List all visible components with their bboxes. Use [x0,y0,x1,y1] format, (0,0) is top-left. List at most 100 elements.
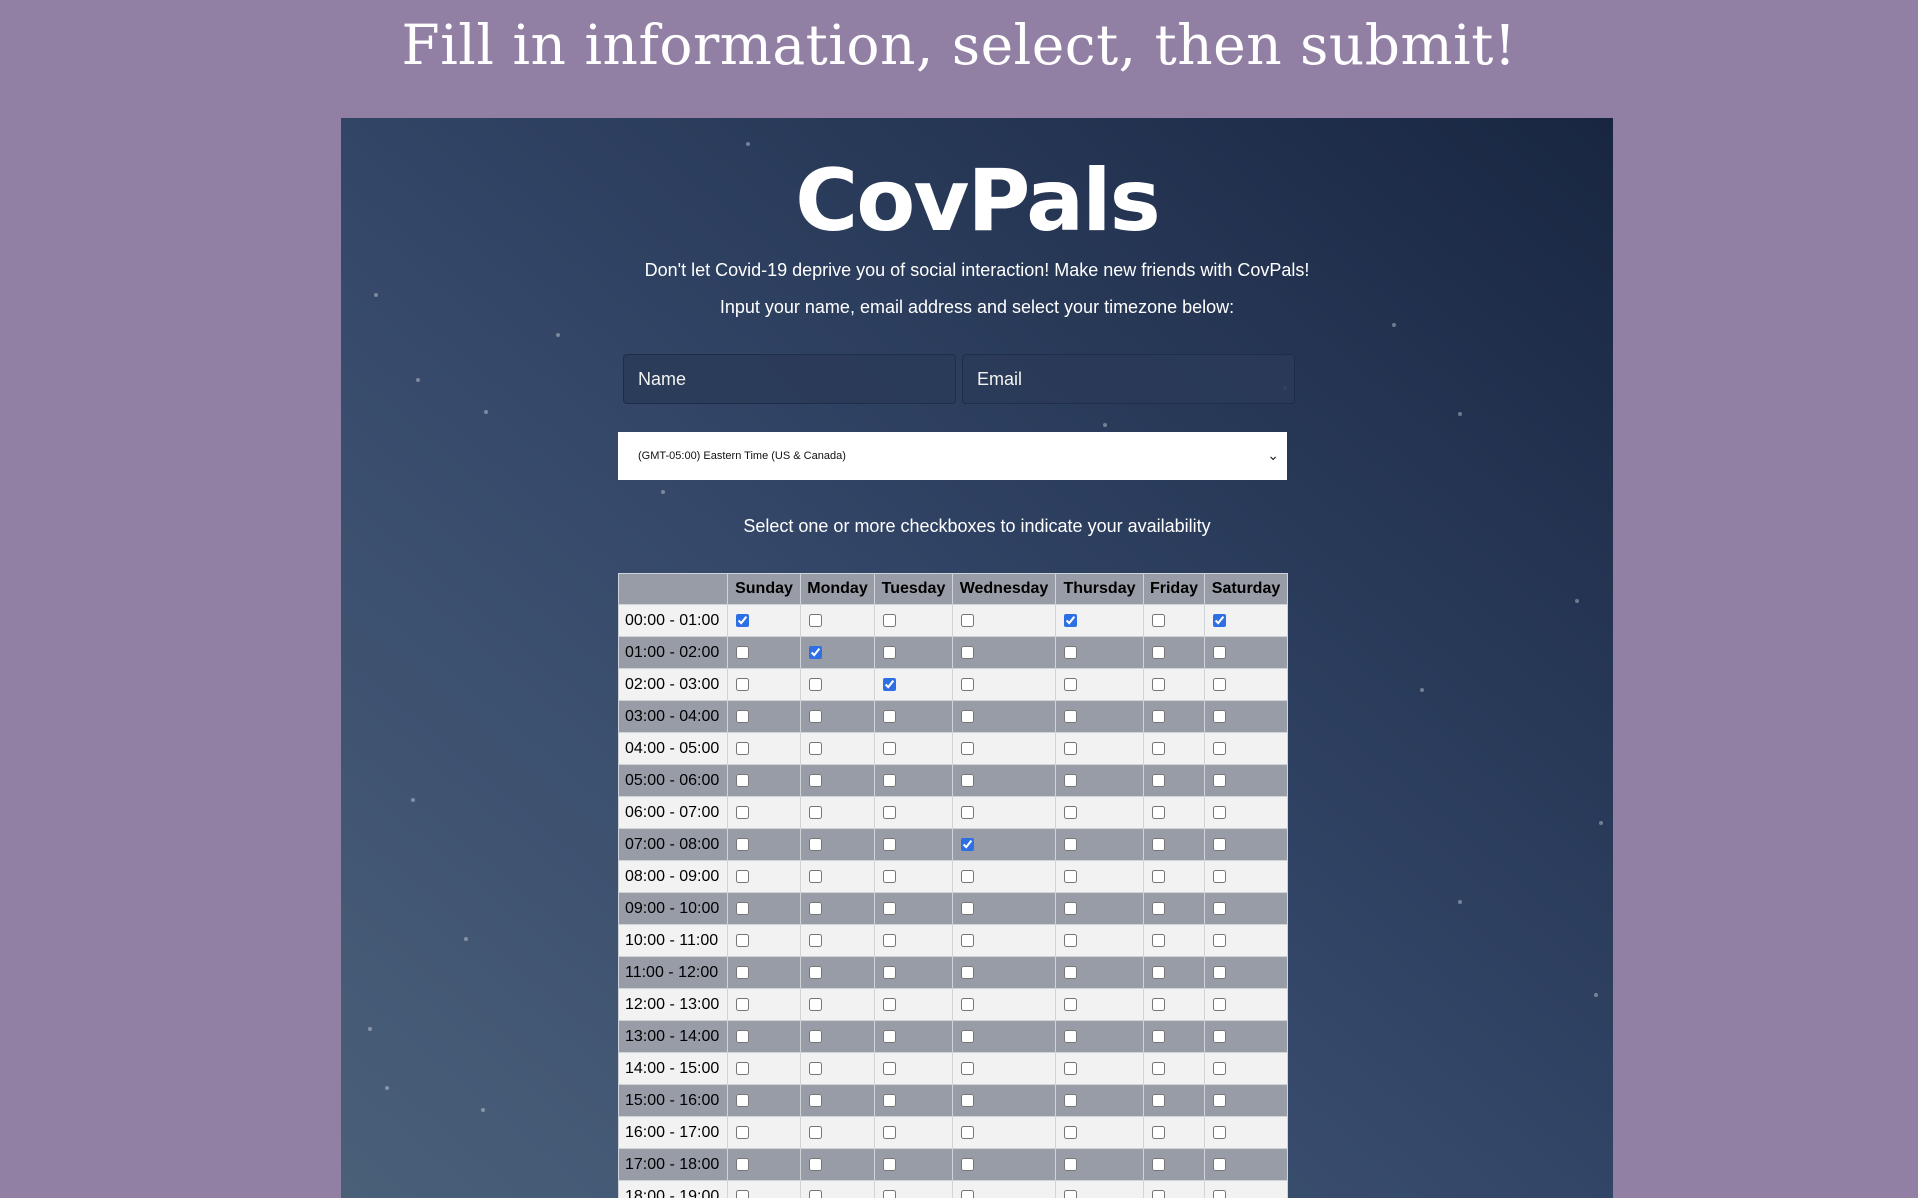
availability-checkbox-friday[interactable] [1152,805,1165,819]
availability-checkbox-wednesday[interactable] [961,901,974,915]
availability-checkbox-thursday[interactable] [1064,741,1077,755]
availability-checkbox-friday[interactable] [1152,1061,1165,1075]
availability-checkbox-thursday[interactable] [1064,709,1077,723]
availability-checkbox-saturday[interactable] [1213,805,1226,819]
availability-checkbox-tuesday[interactable] [883,805,896,819]
availability-checkbox-wednesday[interactable] [961,1189,974,1198]
availability-checkbox-saturday[interactable] [1213,965,1226,979]
email-input[interactable] [962,354,1295,404]
availability-checkbox-thursday[interactable] [1064,901,1077,915]
availability-checkbox-sunday[interactable] [736,1061,749,1075]
availability-checkbox-saturday[interactable] [1213,1061,1226,1075]
availability-checkbox-wednesday[interactable] [961,613,974,627]
availability-checkbox-saturday[interactable] [1213,709,1226,723]
availability-checkbox-monday[interactable] [809,997,822,1011]
availability-checkbox-wednesday[interactable] [961,1029,974,1043]
availability-checkbox-sunday[interactable] [736,709,749,723]
availability-checkbox-wednesday[interactable] [961,1093,974,1107]
availability-checkbox-monday[interactable] [809,1157,822,1171]
availability-checkbox-tuesday[interactable] [883,901,896,915]
availability-checkbox-sunday[interactable] [736,997,749,1011]
availability-checkbox-sunday[interactable] [736,1157,749,1171]
availability-checkbox-wednesday[interactable] [961,997,974,1011]
availability-checkbox-saturday[interactable] [1213,677,1226,691]
availability-checkbox-monday[interactable] [809,933,822,947]
availability-checkbox-wednesday[interactable] [961,933,974,947]
availability-checkbox-sunday[interactable] [736,741,749,755]
availability-checkbox-tuesday[interactable] [883,1061,896,1075]
availability-checkbox-sunday[interactable] [736,805,749,819]
availability-checkbox-sunday[interactable] [736,1125,749,1139]
availability-checkbox-saturday[interactable] [1213,869,1226,883]
availability-checkbox-thursday[interactable] [1064,1093,1077,1107]
availability-checkbox-friday[interactable] [1152,645,1165,659]
availability-checkbox-monday[interactable] [809,1125,822,1139]
availability-checkbox-sunday[interactable] [736,677,749,691]
availability-checkbox-tuesday[interactable] [883,997,896,1011]
availability-checkbox-friday[interactable] [1152,1125,1165,1139]
availability-checkbox-saturday[interactable] [1213,997,1226,1011]
availability-checkbox-monday[interactable] [809,805,822,819]
availability-checkbox-friday[interactable] [1152,869,1165,883]
availability-checkbox-tuesday[interactable] [883,1029,896,1043]
availability-checkbox-tuesday[interactable] [883,869,896,883]
availability-checkbox-sunday[interactable] [736,933,749,947]
availability-checkbox-saturday[interactable] [1213,645,1226,659]
availability-checkbox-tuesday[interactable] [883,1125,896,1139]
availability-checkbox-tuesday[interactable] [883,773,896,787]
availability-checkbox-wednesday[interactable] [961,965,974,979]
availability-checkbox-thursday[interactable] [1064,933,1077,947]
availability-checkbox-tuesday[interactable] [883,933,896,947]
availability-checkbox-saturday[interactable] [1213,1157,1226,1171]
availability-checkbox-friday[interactable] [1152,709,1165,723]
availability-checkbox-sunday[interactable] [736,869,749,883]
availability-checkbox-monday[interactable] [809,869,822,883]
availability-checkbox-thursday[interactable] [1064,805,1077,819]
availability-checkbox-thursday[interactable] [1064,1029,1077,1043]
availability-checkbox-friday[interactable] [1152,677,1165,691]
availability-checkbox-thursday[interactable] [1064,1189,1077,1198]
availability-checkbox-wednesday[interactable] [961,805,974,819]
availability-checkbox-monday[interactable] [809,965,822,979]
availability-checkbox-thursday[interactable] [1064,645,1077,659]
availability-checkbox-monday[interactable] [809,741,822,755]
availability-checkbox-tuesday[interactable] [883,837,896,851]
availability-checkbox-wednesday[interactable] [961,645,974,659]
availability-checkbox-friday[interactable] [1152,773,1165,787]
name-input[interactable] [623,354,956,404]
availability-checkbox-thursday[interactable] [1064,869,1077,883]
availability-checkbox-friday[interactable] [1152,1093,1165,1107]
availability-checkbox-friday[interactable] [1152,997,1165,1011]
availability-checkbox-monday[interactable] [809,645,822,659]
availability-checkbox-monday[interactable] [809,1029,822,1043]
availability-checkbox-monday[interactable] [809,837,822,851]
availability-checkbox-friday[interactable] [1152,1189,1165,1198]
availability-checkbox-monday[interactable] [809,901,822,915]
availability-checkbox-sunday[interactable] [736,901,749,915]
availability-checkbox-wednesday[interactable] [961,677,974,691]
availability-checkbox-friday[interactable] [1152,1029,1165,1043]
availability-checkbox-tuesday[interactable] [883,709,896,723]
availability-checkbox-thursday[interactable] [1064,773,1077,787]
availability-checkbox-saturday[interactable] [1213,901,1226,915]
availability-checkbox-wednesday[interactable] [961,837,974,851]
availability-checkbox-monday[interactable] [809,1061,822,1075]
availability-checkbox-friday[interactable] [1152,1157,1165,1171]
availability-checkbox-tuesday[interactable] [883,1189,896,1198]
availability-checkbox-thursday[interactable] [1064,613,1077,627]
availability-checkbox-wednesday[interactable] [961,1157,974,1171]
availability-checkbox-saturday[interactable] [1213,837,1226,851]
availability-checkbox-friday[interactable] [1152,901,1165,915]
availability-checkbox-tuesday[interactable] [883,741,896,755]
availability-checkbox-monday[interactable] [809,1189,822,1198]
availability-checkbox-sunday[interactable] [736,613,749,627]
availability-checkbox-monday[interactable] [809,1093,822,1107]
availability-checkbox-thursday[interactable] [1064,837,1077,851]
availability-checkbox-thursday[interactable] [1064,1157,1077,1171]
availability-checkbox-wednesday[interactable] [961,773,974,787]
availability-checkbox-thursday[interactable] [1064,1061,1077,1075]
availability-checkbox-tuesday[interactable] [883,677,896,691]
availability-checkbox-tuesday[interactable] [883,1157,896,1171]
availability-checkbox-sunday[interactable] [736,1093,749,1107]
availability-checkbox-saturday[interactable] [1213,1125,1226,1139]
